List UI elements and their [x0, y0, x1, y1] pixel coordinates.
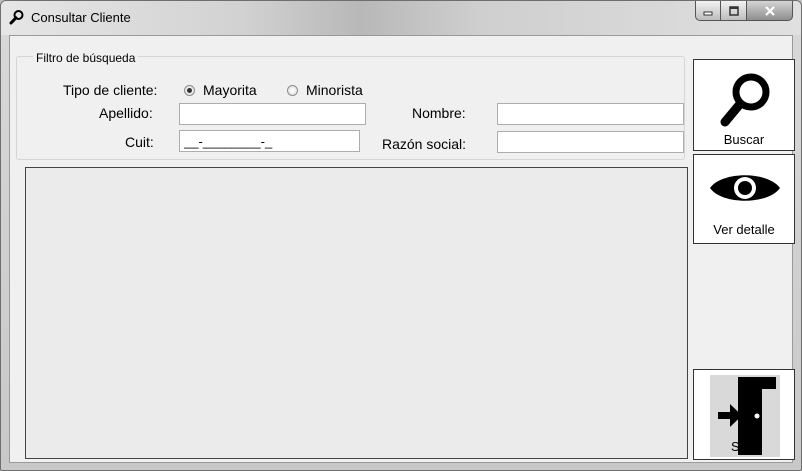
window-controls [695, 1, 793, 23]
close-icon [764, 5, 775, 16]
buscar-button[interactable]: Buscar [693, 59, 795, 151]
eye-icon [710, 175, 780, 201]
radio-mayorista-label: Mayorita [203, 82, 257, 98]
minimize-button[interactable] [695, 1, 721, 21]
radio-mayorista-dot[interactable] [184, 84, 195, 96]
nombre-label: Nombre: [412, 105, 466, 121]
maximize-button[interactable] [721, 1, 747, 21]
apellido-input[interactable] [179, 103, 366, 125]
maximize-icon [728, 5, 739, 16]
razon-social-input[interactable] [497, 131, 684, 153]
buscar-label: Buscar [723, 132, 765, 147]
search-icon [720, 73, 770, 127]
nombre-input[interactable] [497, 103, 684, 125]
ver-detalle-button[interactable]: Ver detalle [693, 154, 795, 244]
minimize-icon [703, 11, 713, 15]
ver-detalle-label: Ver detalle [713, 222, 775, 237]
close-button[interactable] [747, 1, 793, 21]
radio-minorista[interactable]: Minorista [287, 82, 363, 98]
results-grid[interactable] [25, 167, 688, 459]
radio-mayorista[interactable]: Mayorita [184, 82, 257, 98]
filter-group-title: Filtro de búsqueda [33, 51, 139, 65]
radio-minorista-dot[interactable] [287, 84, 298, 96]
salir-label: Salir [730, 439, 757, 454]
cuit-input[interactable] [179, 130, 360, 152]
search-icon [9, 10, 24, 25]
apellido-label: Apellido: [99, 105, 153, 121]
title-bar[interactable]: Consultar Cliente [1, 1, 801, 35]
razon-social-label: Razón social: [382, 136, 467, 152]
radio-minorista-label: Minorista [306, 82, 363, 98]
cuit-label: Cuit: [125, 134, 154, 150]
salir-button[interactable]: Salir [693, 369, 795, 460]
window-title: Consultar Cliente [31, 10, 131, 25]
tipo-cliente-label: Tipo de cliente: [63, 82, 158, 98]
